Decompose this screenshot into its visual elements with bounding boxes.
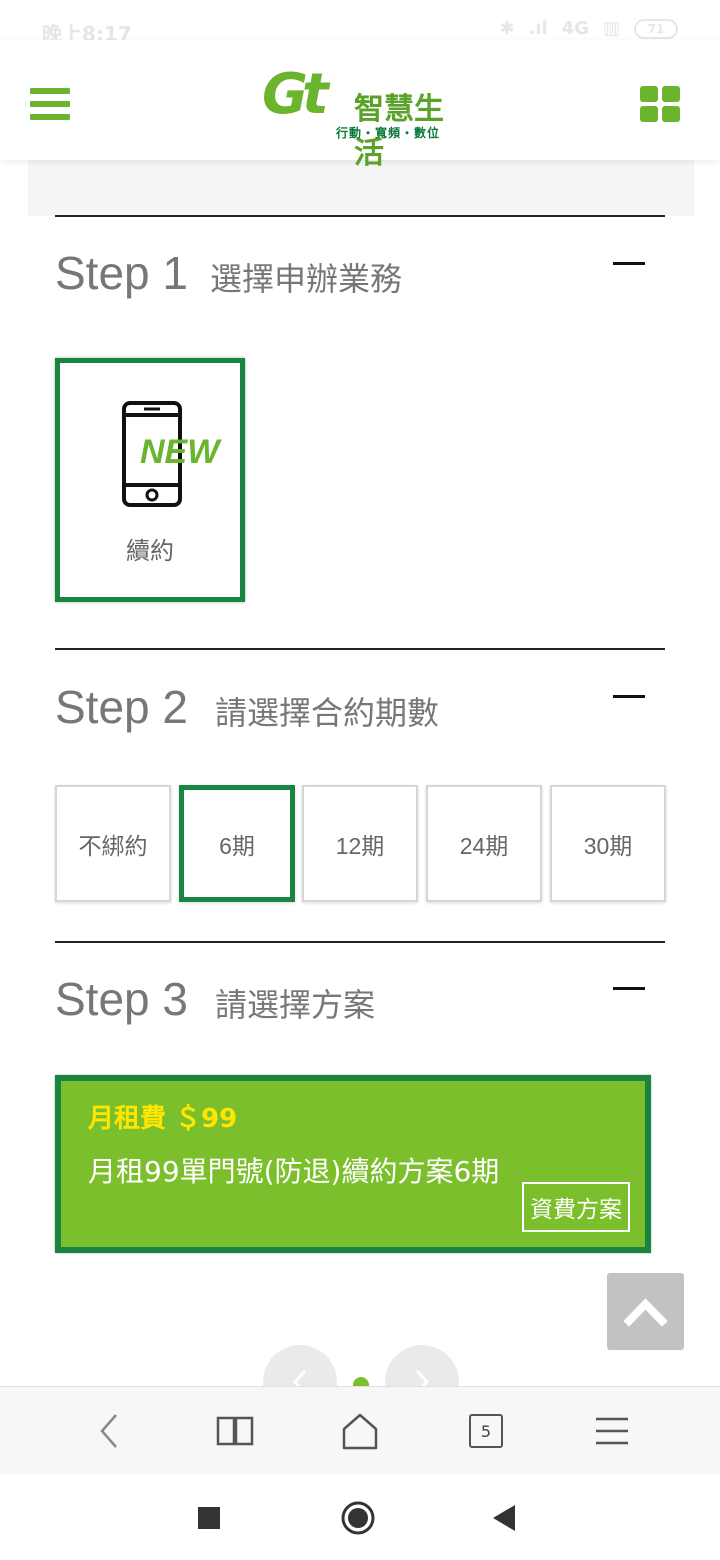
tab-count: 5 (469, 1414, 503, 1448)
step-2-divider (55, 648, 665, 650)
system-navigation-bar (0, 1474, 720, 1560)
hd-icon: ▥ (602, 18, 620, 39)
new-badge: NEW (140, 433, 220, 471)
logo-mark: Gt (262, 62, 329, 127)
step-1-subtitle: 選擇申辦業務 (210, 260, 403, 298)
network-type: 4G (561, 18, 589, 39)
browser-bookmarks-button[interactable] (211, 1407, 259, 1455)
plan-card[interactable]: 月租費 ＄99 月租99單門號(防退)續約方案6期 資費方案 (55, 1075, 651, 1253)
hamburger-menu-icon[interactable] (30, 88, 70, 120)
triangle-back-icon (493, 1505, 515, 1531)
step-1-title: Step 1 (55, 247, 188, 299)
status-indicators: ✱ .ıl 4G ▥ 71 (499, 18, 678, 39)
service-renewal-card[interactable]: NEW 續約 (55, 358, 245, 602)
period-option-24[interactable]: 24期 (426, 785, 542, 902)
period-option-12[interactable]: 12期 (302, 785, 418, 902)
brand-logo[interactable]: Gt 智慧生活 行動・寬頻・數位 (262, 62, 462, 171)
period-option-none[interactable]: 不綁約 (55, 785, 171, 902)
step-3-subtitle: 請選擇方案 (215, 986, 376, 1024)
browser-home-button[interactable] (336, 1407, 384, 1455)
plan-details-button[interactable]: 資費方案 (522, 1182, 630, 1232)
square-icon (198, 1507, 220, 1529)
logo-tagline: 行動・寬頻・數位 (336, 126, 441, 140)
grid-menu-icon[interactable] (640, 86, 680, 122)
book-icon (216, 1416, 254, 1446)
signal-icon: .ıl (528, 18, 548, 39)
period-option-30[interactable]: 30期 (550, 785, 666, 902)
browser-tabs-button[interactable]: 5 (462, 1407, 510, 1455)
scroll-to-top-button[interactable] (607, 1273, 684, 1350)
step-1-divider (55, 215, 665, 217)
system-back-button[interactable] (485, 1498, 525, 1538)
service-label: 續約 (126, 537, 174, 565)
step-3-divider (55, 941, 665, 943)
browser-toolbar: 5 (0, 1386, 720, 1474)
plan-fee: 月租費 ＄99 (88, 1104, 238, 1134)
recent-apps-button[interactable] (189, 1498, 229, 1538)
bluetooth-icon: ✱ (499, 18, 515, 39)
battery-icon: 71 (634, 18, 678, 39)
step-3-title: Step 3 (55, 973, 188, 1025)
step-2-collapse-icon[interactable] (613, 695, 645, 698)
menu-lines-icon (596, 1417, 628, 1445)
circle-icon (341, 1501, 375, 1535)
back-arrow-icon (100, 1414, 117, 1448)
step-2-subtitle: 請選擇合約期數 (215, 694, 440, 732)
period-option-6[interactable]: 6期 (179, 785, 295, 902)
chevron-up-icon (623, 1298, 668, 1327)
plan-name: 月租99單門號(防退)續約方案6期 (88, 1155, 500, 1188)
browser-menu-button[interactable] (588, 1407, 636, 1455)
step-3-collapse-icon[interactable] (613, 987, 645, 990)
step-1-collapse-icon[interactable] (613, 262, 645, 265)
browser-back-button[interactable] (85, 1407, 133, 1455)
site-header: Gt 智慧生活 行動・寬頻・數位 (0, 40, 720, 171)
step-2-title: Step 2 (55, 681, 188, 733)
system-home-button[interactable] (338, 1498, 378, 1538)
home-icon (342, 1413, 378, 1450)
